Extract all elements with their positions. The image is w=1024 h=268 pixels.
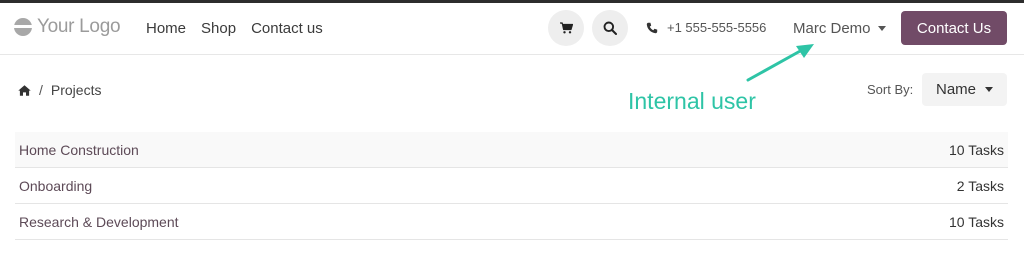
nav-shop[interactable]: Shop — [201, 20, 236, 37]
home-icon[interactable] — [18, 84, 31, 96]
list-item[interactable]: Research & Development 10 Tasks — [15, 204, 1008, 240]
project-name[interactable]: Research & Development — [19, 214, 179, 230]
annotation-arrow — [746, 44, 814, 82]
task-count: 10 Tasks — [949, 213, 1004, 230]
search-button[interactable] — [592, 10, 628, 46]
phone-link[interactable]: +1 555-555-5556 — [646, 20, 766, 35]
chevron-down-icon — [877, 26, 886, 31]
user-menu[interactable]: Marc Demo — [793, 20, 886, 37]
projects-list: Home Construction 10 Tasks Onboarding 2 … — [15, 132, 1008, 240]
sort-dropdown[interactable]: Name — [922, 73, 1007, 106]
site-header: Your Logo Home Shop Contact us +1 555-55… — [0, 3, 1024, 55]
breadcrumb: / Projects — [18, 82, 101, 98]
task-count: 2 Tasks — [956, 177, 1004, 194]
nav-contact-us[interactable]: Contact us — [251, 20, 323, 37]
breadcrumb-current: Projects — [50, 82, 102, 98]
sort-value: Name — [935, 81, 976, 98]
chevron-down-icon — [985, 87, 993, 92]
logo-text: Your Logo — [37, 16, 121, 37]
search-icon — [603, 21, 617, 35]
main-nav: Home Shop Contact us — [146, 20, 323, 37]
phone-icon — [646, 22, 658, 33]
list-item[interactable]: Onboarding 2 Tasks — [15, 168, 1008, 204]
annotation-label: Internal user — [628, 88, 756, 114]
cart-button[interactable] — [548, 10, 584, 46]
list-item[interactable]: Home Construction 10 Tasks — [15, 132, 1008, 168]
sort-label: Sort By: — [867, 82, 914, 97]
logo-icon — [14, 18, 32, 36]
phone-number: +1 555-555-5556 — [667, 20, 767, 35]
breadcrumb-separator: / — [39, 82, 43, 98]
nav-home[interactable]: Home — [146, 20, 186, 37]
project-name[interactable]: Onboarding — [19, 178, 92, 194]
logo[interactable]: Your Logo — [13, 16, 121, 38]
project-name[interactable]: Home Construction — [19, 142, 139, 158]
contact-us-button[interactable]: Contact Us — [901, 11, 1007, 45]
cart-icon — [559, 22, 573, 34]
task-count: 10 Tasks — [949, 141, 1004, 158]
user-name: Marc Demo — [793, 20, 871, 37]
